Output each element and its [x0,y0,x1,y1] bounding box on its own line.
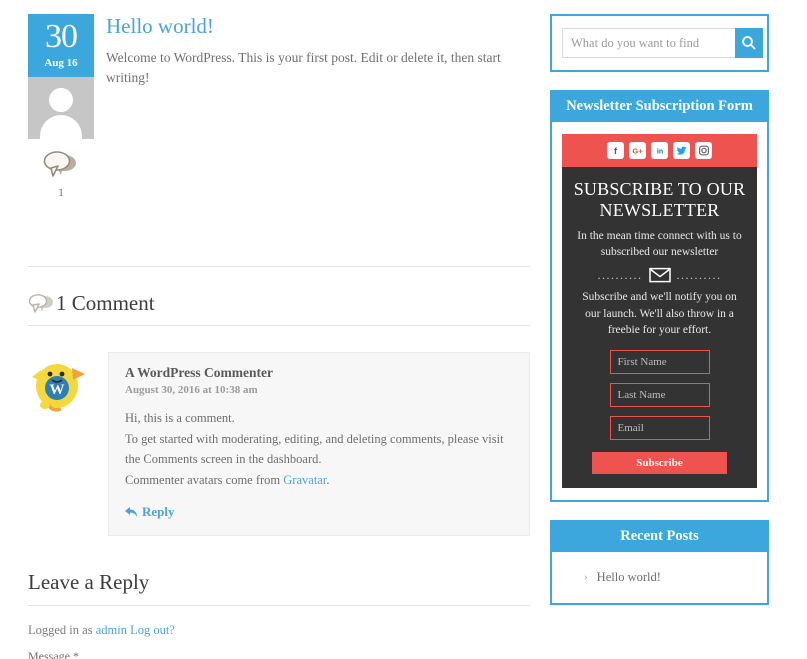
post-divider [28,266,530,267]
post-comment-count[interactable]: 1 [28,139,94,204]
sidebar: Newsletter Subscription Form f G+ in [540,0,787,659]
post-date-month: Aug 16 [44,57,78,69]
comment-item: W A WordPress Commenter August 30, 2016 … [28,352,530,536]
comment-bubble-icon [28,293,54,315]
recent-posts-body: › Hello world! [552,552,767,603]
search-input[interactable] [562,28,735,58]
list-item[interactable]: › Hello world! [562,564,757,591]
comment-author: A WordPress Commenter [125,365,273,380]
reply-arrow-icon [125,506,137,517]
subscribe-button[interactable]: Subscribe [592,451,727,474]
svg-text:f: f [614,146,618,156]
post-meta-column: 30 Aug 16 1 [28,14,94,204]
post-excerpt: Welcome to WordPress. This is your first… [106,50,501,86]
message-label: Message * [28,648,79,659]
first-name-field[interactable] [609,349,710,374]
newsletter-panel: f G+ in SUBSCRIBE TO OUR NEWSLETTER In t… [562,134,757,488]
facebook-icon[interactable]: f [607,142,624,159]
post-date-day: 30 [45,18,78,55]
post-date-badge: 30 Aug 16 [28,14,94,77]
recent-posts-list: › Hello world! [562,564,757,591]
comments-heading-text: 1 Comment [56,291,155,315]
search-widget [550,14,769,72]
comment-line-2: To get started with moderating, editing,… [125,431,504,467]
divider-dots-right: .......... [676,267,722,282]
main-content: 30 Aug 16 1 Hello world! Welcome to Word… [0,0,540,659]
wordpress-wapuu-avatar: W [32,364,85,412]
comments-divider [28,325,530,326]
leave-reply-heading: Leave a Reply [28,569,150,594]
comment-date: August 30, 2016 at 10:38 am [125,384,258,396]
last-name-field[interactable] [609,382,710,407]
post-title-link[interactable]: Hello world! [106,14,214,38]
user-placeholder-icon [49,88,73,112]
post-body: Hello world! Welcome to WordPress. This … [94,14,530,204]
post-article: 30 Aug 16 1 Hello world! Welcome to Word… [28,14,530,204]
user-placeholder-body [40,115,82,139]
author-avatar [28,77,94,139]
comment-avatar: W [28,352,102,536]
twitter-icon[interactable] [673,142,690,159]
comment-body: A WordPress Commenter August 30, 2016 at… [108,352,530,536]
recent-posts-widget: Recent Posts › Hello world! [550,519,769,605]
gravatar-link[interactable]: Gravatar [283,473,326,487]
log-out-link[interactable]: Log out? [130,623,175,637]
google-plus-icon[interactable]: G+ [629,142,646,159]
instagram-icon[interactable] [695,142,712,159]
recent-posts-title: Recent Posts [552,521,767,552]
divider-dots-left: .......... [597,267,643,282]
reply-label: Reply [142,503,175,519]
admin-profile-link[interactable]: admin [96,623,127,637]
comment-line-1: Hi, this is a comment. [125,411,235,425]
newsletter-title: SUBSCRIBE TO OUR NEWSLETTER [573,179,746,220]
newsletter-divider: .......... .......... [562,267,757,283]
reply-button[interactable]: Reply [125,504,175,520]
search-button[interactable] [735,28,763,58]
search-row [562,28,763,58]
svg-text:W: W [50,382,65,398]
envelope-icon [648,268,671,283]
newsletter-subtitle: In the mean time connect with us to subs… [577,230,742,258]
email-field[interactable] [609,415,710,440]
linkedin-icon[interactable]: in [651,142,668,159]
page-root: 30 Aug 16 1 Hello world! Welcome to Word… [0,0,807,659]
post-title: Hello world! [106,14,530,39]
comment-count-number: 1 [58,185,64,199]
svg-text:in: in [656,149,662,156]
newsletter-widget: Newsletter Subscription Form f G+ in SUB… [550,90,769,502]
svg-text:G+: G+ [632,147,643,156]
search-icon [742,36,756,50]
logged-in-prefix: Logged in as [28,622,96,637]
comment-text: Hi, this is a comment. To get started wi… [125,408,513,491]
social-icon-bar: f G+ in [562,134,757,167]
chevron-right-icon: › [584,571,588,584]
comment-line-3-prefix: Commenter avatars come from [125,472,284,487]
comment-bubble-icon [43,151,76,177]
comment-line-3-suffix: . [326,472,330,487]
newsletter-widget-body: f G+ in SUBSCRIBE TO OUR NEWSLETTER In t… [552,122,767,500]
logged-in-status: Logged in as admin Log out? [28,623,530,638]
comments-heading: 1 Comment [28,291,530,316]
reply-divider [28,604,530,606]
recent-post-link[interactable]: Hello world! [597,570,661,585]
newsletter-description: Subscribe and we'll notify you on our la… [582,291,737,336]
newsletter-widget-title: Newsletter Subscription Form [552,92,767,122]
